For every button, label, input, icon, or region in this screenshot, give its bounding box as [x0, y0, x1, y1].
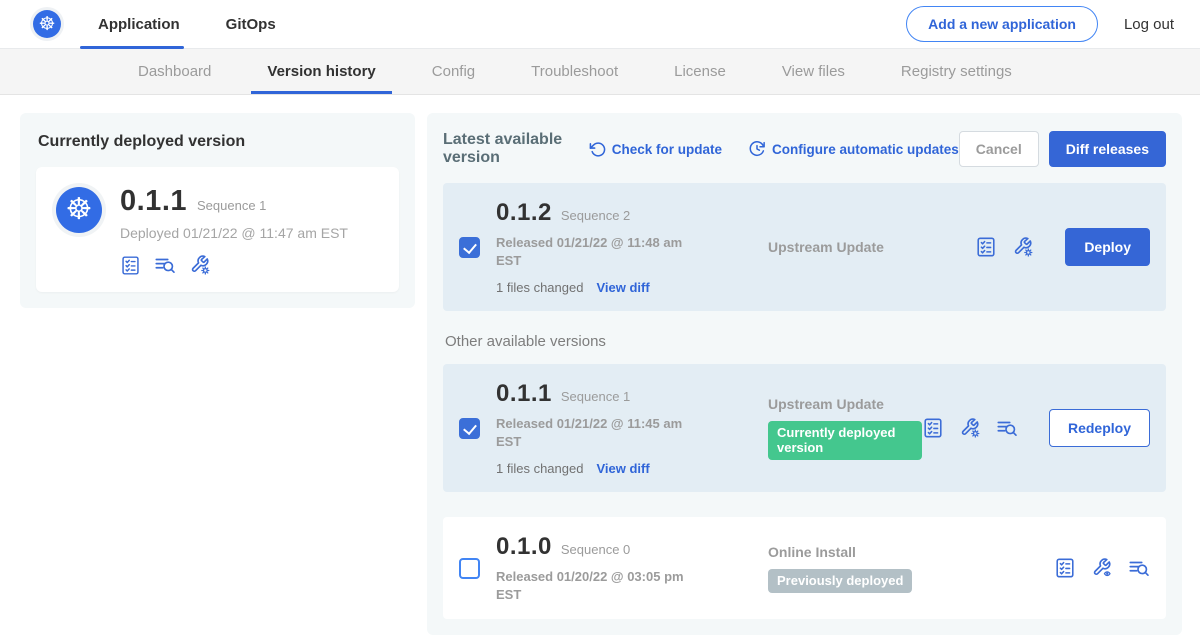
- subnav-troubleshoot[interactable]: Troubleshoot: [531, 49, 618, 94]
- latest-version-header: Latest available version Check for updat…: [443, 131, 1166, 167]
- deploy-button[interactable]: Deploy: [1065, 228, 1150, 266]
- subnav-config[interactable]: Config: [432, 49, 475, 94]
- configure-automatic-updates-label: Configure automatic updates: [772, 142, 959, 157]
- deployed-version-number: 0.1.1: [120, 185, 187, 218]
- deployed-version-card: ☸ 0.1.1 Sequence 1 Deployed 01/21/22 @ 1…: [36, 167, 399, 292]
- top-navbar: ☸ Application GitOps Add a new applicati…: [0, 0, 1200, 49]
- version-sequence: Sequence 0: [561, 542, 630, 557]
- version-source: Upstream Update: [768, 239, 975, 255]
- version-row-actions: Deploy: [975, 228, 1150, 266]
- view-diff-link[interactable]: View diff: [596, 280, 649, 295]
- version-number: 0.1.1: [496, 380, 552, 408]
- kubernetes-logo-icon: ☸: [33, 10, 61, 38]
- deployed-timestamp: Deployed 01/21/22 @ 11:47 am EST: [120, 225, 348, 241]
- preflight-checklist-icon[interactable]: [1054, 557, 1076, 579]
- version-checkbox[interactable]: [459, 418, 480, 439]
- tab-application[interactable]: Application: [98, 0, 180, 49]
- version-source: Upstream Update Currently deployed versi…: [768, 396, 922, 460]
- version-source: Online Install Previously deployed: [768, 544, 1054, 593]
- edit-config-wrench-gear-icon[interactable]: [959, 417, 981, 439]
- version-checkbox[interactable]: [459, 558, 480, 579]
- app-logo-button[interactable]: ☸: [30, 7, 64, 41]
- files-changed-label: 1 files changed: [496, 461, 583, 476]
- check-for-update-label: Check for update: [612, 142, 722, 157]
- currently-deployed-title: Currently deployed version: [38, 133, 399, 151]
- other-versions-title: Other available versions: [445, 333, 1166, 350]
- kubernetes-app-icon: ☸: [56, 187, 102, 233]
- subnav-registry-settings[interactable]: Registry settings: [901, 49, 1012, 94]
- edit-config-wrench-gear-icon[interactable]: [1012, 236, 1034, 258]
- redeploy-button[interactable]: Redeploy: [1049, 409, 1150, 447]
- version-info: 0.1.0 Sequence 0 Released 01/20/22 @ 03:…: [496, 533, 696, 603]
- deploy-logs-icon[interactable]: [996, 417, 1018, 439]
- app-icon-ring: ☸: [52, 183, 106, 237]
- version-row-0-1-0: 0.1.0 Sequence 0 Released 01/20/22 @ 03:…: [443, 517, 1166, 619]
- app-subnav: Dashboard Version history Config Trouble…: [0, 49, 1200, 95]
- preflight-checklist-icon[interactable]: [922, 417, 944, 439]
- subnav-license[interactable]: License: [674, 49, 726, 94]
- configure-automatic-updates-link[interactable]: Configure automatic updates: [748, 140, 959, 158]
- check-for-update-link[interactable]: Check for update: [589, 141, 722, 158]
- source-label: Upstream Update: [768, 239, 975, 255]
- deployed-version-details: 0.1.1 Sequence 1 Deployed 01/21/22 @ 11:…: [120, 183, 348, 276]
- version-history-panel: Latest available version Check for updat…: [427, 113, 1182, 635]
- version-row-0-1-2: 0.1.2 Sequence 2 Released 01/21/22 @ 11:…: [443, 183, 1166, 311]
- latest-version-title: Latest available version: [443, 131, 573, 167]
- view-config-wrench-eye-icon[interactable]: [1091, 557, 1113, 579]
- edit-config-wrench-gear-icon[interactable]: [189, 254, 211, 276]
- version-number: 0.1.2: [496, 199, 552, 227]
- deploy-logs-icon[interactable]: [154, 254, 176, 276]
- currently-deployed-badge: Currently deployed version: [768, 421, 922, 460]
- main-content: Currently deployed version ☸ 0.1.1 Seque…: [0, 95, 1200, 635]
- version-row-actions: [1054, 557, 1150, 579]
- version-row-actions: Redeploy: [922, 409, 1150, 447]
- deployed-version-actions: [120, 254, 348, 276]
- preflight-checklist-icon[interactable]: [975, 236, 997, 258]
- deploy-logs-icon[interactable]: [1128, 557, 1150, 579]
- previously-deployed-badge: Previously deployed: [768, 569, 912, 593]
- version-checkbox[interactable]: [459, 237, 480, 258]
- subnav-dashboard[interactable]: Dashboard: [138, 49, 211, 94]
- files-changed-label: 1 files changed: [496, 280, 583, 295]
- version-sequence: Sequence 2: [561, 208, 630, 223]
- logout-button[interactable]: Log out: [1124, 16, 1174, 33]
- released-timestamp: Released 01/20/22 @ 03:05 pm EST: [496, 568, 688, 603]
- cancel-button[interactable]: Cancel: [959, 131, 1039, 167]
- view-diff-link[interactable]: View diff: [596, 461, 649, 476]
- version-number: 0.1.0: [496, 533, 552, 561]
- preflight-checklist-icon[interactable]: [120, 255, 141, 276]
- version-info: 0.1.2 Sequence 2 Released 01/21/22 @ 11:…: [496, 199, 696, 295]
- clock-refresh-icon: [748, 140, 766, 158]
- version-info: 0.1.1 Sequence 1 Released 01/21/22 @ 11:…: [496, 380, 696, 476]
- refresh-icon: [589, 141, 606, 158]
- source-label: Upstream Update: [768, 396, 922, 412]
- diff-releases-button[interactable]: Diff releases: [1049, 131, 1166, 167]
- add-application-button[interactable]: Add a new application: [906, 6, 1098, 42]
- topnav-right: Add a new application Log out: [906, 6, 1174, 42]
- version-row-0-1-1: 0.1.1 Sequence 1 Released 01/21/22 @ 11:…: [443, 364, 1166, 492]
- version-sequence: Sequence 1: [561, 389, 630, 404]
- tab-gitops[interactable]: GitOps: [226, 0, 276, 49]
- subnav-version-history[interactable]: Version history: [267, 49, 375, 94]
- deployed-version-sequence: Sequence 1: [197, 198, 266, 213]
- subnav-view-files[interactable]: View files: [782, 49, 845, 94]
- released-timestamp: Released 01/21/22 @ 11:48 am EST: [496, 234, 688, 269]
- source-label: Online Install: [768, 544, 1054, 560]
- currently-deployed-panel: Currently deployed version ☸ 0.1.1 Seque…: [20, 113, 415, 308]
- released-timestamp: Released 01/21/22 @ 11:45 am EST: [496, 415, 688, 450]
